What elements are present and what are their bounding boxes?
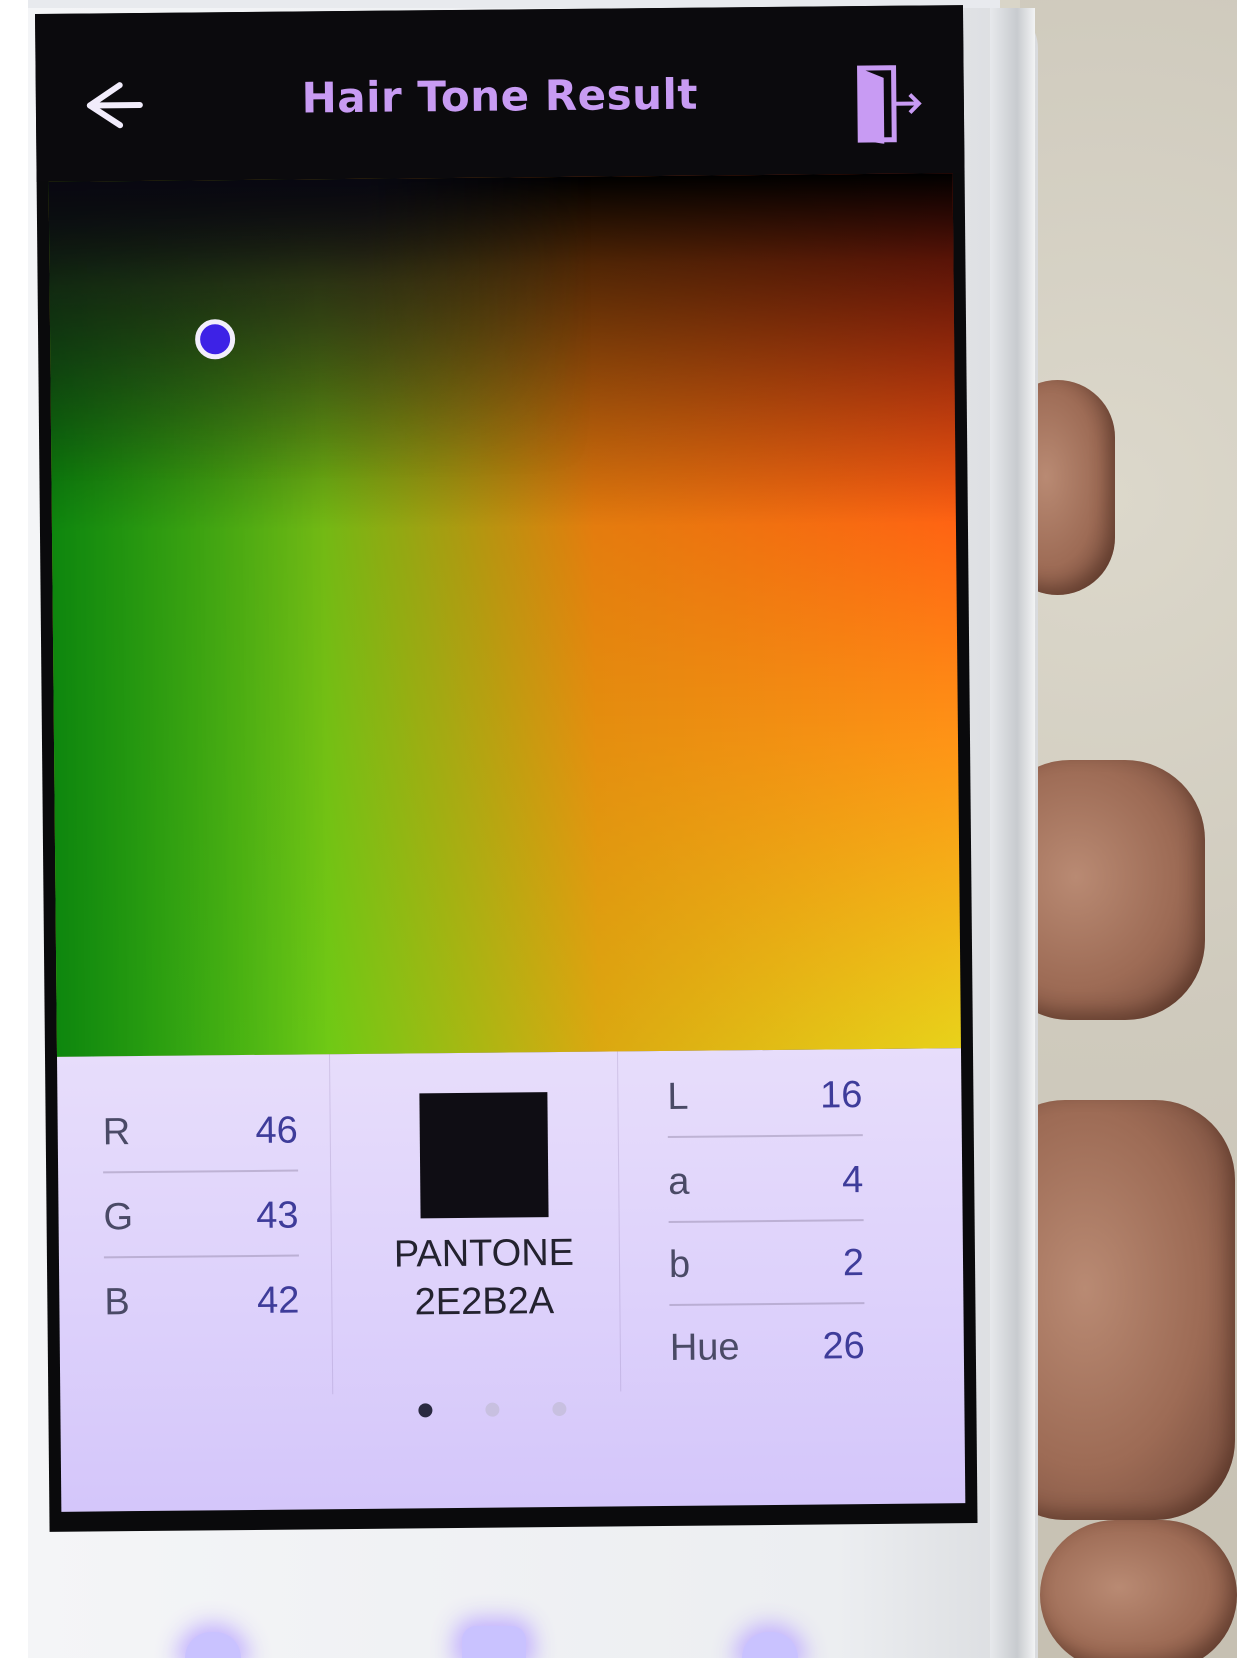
page-indicator-dot-active[interactable] <box>418 1403 433 1418</box>
scene: Hair Tone Result R 46 G 43 B 42 PANTONE … <box>0 0 1237 1658</box>
home-icon[interactable] <box>462 1626 526 1658</box>
pantone-code: 2E2B2A <box>414 1280 555 1324</box>
color-info-panel: R 46 G 43 B 42 PANTONE 2E2B2A L 16 a 4 b… <box>57 1048 966 1512</box>
phone-screen: Hair Tone Result R 46 G 43 B 42 PANTONE … <box>35 5 978 1532</box>
column-divider <box>328 1054 334 1395</box>
divider <box>667 1134 863 1138</box>
b-lab-label: b <box>668 1243 691 1286</box>
phone-edge <box>990 8 1035 1658</box>
a-label: a <box>668 1160 690 1203</box>
divider <box>103 1254 299 1259</box>
l-label: L <box>667 1075 689 1118</box>
page-indicator-dot[interactable] <box>485 1402 500 1417</box>
l-value: 16 <box>819 1074 863 1117</box>
b-lab-value: 2 <box>842 1242 865 1285</box>
app-bar: Hair Tone Result <box>35 5 965 182</box>
r-value: 46 <box>255 1109 298 1152</box>
a-value: 4 <box>841 1159 864 1202</box>
color-swatch <box>419 1092 549 1219</box>
b-value: 42 <box>256 1279 300 1322</box>
hue-label: Hue <box>669 1326 740 1369</box>
b-label: B <box>104 1281 130 1324</box>
g-label: G <box>103 1196 134 1239</box>
column-divider <box>616 1051 622 1392</box>
divider <box>103 1169 299 1174</box>
hue-value: 26 <box>822 1325 866 1368</box>
color-position-marker[interactable] <box>194 319 236 360</box>
page-indicator-dot[interactable] <box>552 1401 567 1417</box>
page-title: Hair Tone Result <box>301 69 699 123</box>
divider <box>668 1219 864 1223</box>
r-label: R <box>102 1111 131 1154</box>
exit-door-icon[interactable] <box>856 63 927 144</box>
pantone-label: PANTONE <box>393 1231 575 1276</box>
finger <box>1040 1520 1237 1658</box>
g-value: 43 <box>256 1194 299 1237</box>
divider <box>669 1302 865 1306</box>
gradient-dark-overlay <box>48 173 956 482</box>
